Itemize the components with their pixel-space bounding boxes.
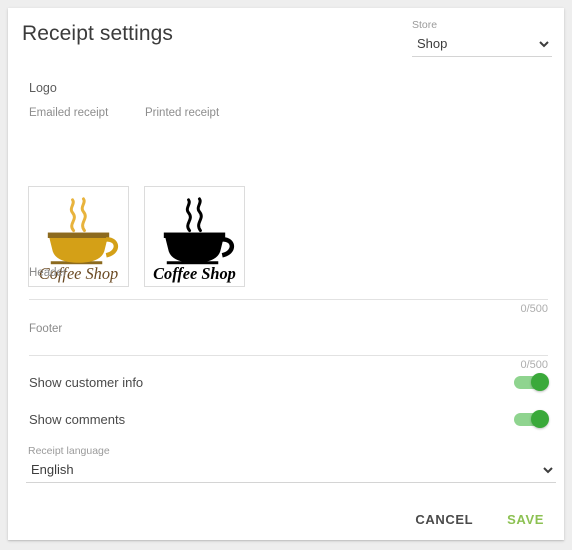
store-select[interactable]: Shop	[412, 32, 552, 57]
toggle-knob	[531, 410, 549, 428]
show-customer-info-row: Show customer info	[29, 372, 549, 398]
page-title: Receipt settings	[22, 22, 174, 45]
toggle-knob	[531, 373, 549, 391]
header-text-field: Header 0/500	[29, 266, 548, 318]
receipt-language-select[interactable]: English	[26, 458, 556, 483]
store-select-label: Store	[412, 19, 438, 31]
header-input[interactable]	[29, 281, 548, 300]
header-field-label: Header	[29, 267, 67, 279]
dialog-header: Receipt settings Store Shop	[8, 8, 564, 68]
footer-input[interactable]	[29, 337, 548, 356]
printed-receipt-label: Printed receipt	[145, 107, 220, 119]
show-customer-info-toggle[interactable]	[514, 373, 549, 391]
show-customer-info-label: Show customer info	[29, 375, 144, 390]
show-comments-label: Show comments	[29, 412, 126, 427]
receipt-language-field: Receipt language English	[26, 444, 556, 483]
receipt-settings-card: Receipt settings Store Shop Logo Emailed…	[8, 8, 564, 540]
show-comments-toggle[interactable]	[514, 410, 549, 428]
footer-field-label: Footer	[29, 323, 63, 335]
emailed-receipt-label: Emailed receipt	[29, 107, 109, 119]
store-select-field: Store Shop	[412, 18, 552, 57]
logo-heading: Logo	[29, 81, 57, 95]
cancel-button[interactable]: CANCEL	[409, 508, 479, 531]
show-comments-row: Show comments	[29, 409, 549, 435]
save-button[interactable]: SAVE	[501, 508, 550, 531]
dialog-actions: CANCEL SAVE	[409, 508, 550, 531]
receipt-language-label: Receipt language	[28, 445, 110, 457]
footer-text-field: Footer 0/500	[29, 322, 548, 374]
header-char-counter: 0/500	[520, 303, 548, 315]
